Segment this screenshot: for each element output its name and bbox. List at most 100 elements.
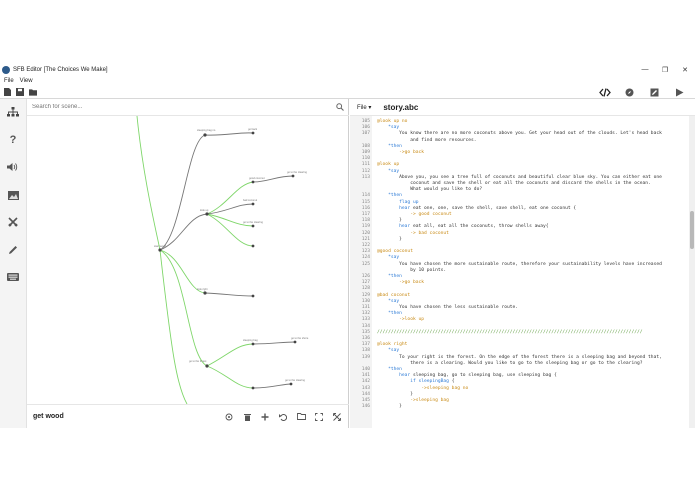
code-line[interactable]: 143 ->sleeping bag no: [350, 386, 469, 392]
code-line[interactable]: 116 hear eat one, one, save the shell, s…: [350, 206, 576, 212]
code-line[interactable]: coconut and save the shell or eat all th…: [350, 181, 651, 187]
svg-text:good coconut: good coconut: [249, 176, 265, 180]
graph-edge: [206, 213, 254, 227]
svg-text:start wood: start wood: [154, 244, 167, 248]
code-line[interactable]: 125 You have chosen the more sustainable…: [350, 262, 662, 268]
svg-text:go to the clearing: go to the clearing: [243, 220, 263, 224]
folder-icon[interactable]: [292, 411, 310, 423]
code-text: ->go back: [377, 150, 425, 155]
image-icon[interactable]: [6, 188, 20, 202]
close-button[interactable]: ✕: [675, 66, 695, 74]
code-text: *say: [377, 255, 400, 261]
scene-graph-canvas[interactable]: start wood sleeping bag no look up good …: [27, 115, 349, 405]
editor-file-menu[interactable]: File ▾: [357, 104, 371, 111]
search-icon[interactable]: [336, 103, 344, 111]
code-line[interactable]: 134: [350, 324, 370, 330]
save-icon[interactable]: [16, 88, 24, 96]
code-line[interactable]: 115 flag up: [350, 199, 419, 206]
code-line[interactable]: 120 -> bad coconut: [350, 231, 449, 237]
code-line[interactable]: 111 @look up: [350, 162, 399, 168]
graph-node[interactable]: [251, 294, 255, 298]
scene-tree-icon[interactable]: [6, 105, 20, 119]
code-line[interactable]: 112 *say: [350, 169, 399, 175]
code-editor-panel: File ▾ story.abc 105 @look up no 106 *say 1…: [350, 99, 695, 428]
graph-node[interactable]: [251, 244, 255, 248]
compass-icon[interactable]: [617, 85, 642, 99]
code-text: ->look up: [377, 317, 425, 323]
code-text: You have chosen the more sustainable rou…: [377, 261, 662, 267]
expand-icon[interactable]: [328, 411, 346, 423]
svg-text:sleeping bag: sleeping bag: [243, 338, 258, 342]
graph-node[interactable]: go to the forest: [189, 359, 209, 368]
scene-tools: [220, 411, 346, 423]
tools-icon[interactable]: [6, 215, 20, 229]
editor-scrollbar[interactable]: [689, 116, 695, 428]
code-text: ////////////////////////////////////////…: [377, 329, 643, 335]
open-folder-icon[interactable]: [29, 88, 37, 96]
line-number: 114: [361, 193, 370, 199]
menu-file[interactable]: File: [4, 78, 14, 84]
code-area[interactable]: 105 @look up no 106 *say 107 You know there…: [350, 116, 689, 428]
help-icon[interactable]: ?: [6, 133, 20, 147]
graph-node[interactable]: go to the clearing: [243, 220, 263, 228]
code-line[interactable]: 142 if sleepingBag {: [350, 379, 455, 385]
toolbar: [0, 86, 695, 98]
trash-icon[interactable]: [238, 411, 256, 423]
code-line[interactable]: 133 ->look up: [350, 317, 424, 323]
code-line[interactable]: 129 @bad coconut: [350, 293, 411, 299]
line-number: 128: [361, 286, 370, 292]
maximize-button[interactable]: ❐: [655, 66, 675, 74]
edit-icon[interactable]: [642, 85, 667, 99]
graph-node[interactable]: look right: [197, 287, 208, 295]
code-text: You know there are no more coconuts abov…: [377, 131, 662, 137]
side-rail: ?: [0, 99, 27, 428]
code-line[interactable]: by 10 points.: [350, 268, 446, 274]
menu-view[interactable]: View: [20, 78, 33, 84]
minimize-button[interactable]: —: [635, 66, 655, 74]
code-line[interactable]: 146 }: [350, 404, 402, 410]
code-text: *then: [377, 193, 402, 199]
graph-node[interactable]: start wood: [154, 244, 167, 252]
graph-node[interactable]: go to the shore: [291, 336, 309, 344]
code-icon[interactable]: [592, 85, 617, 99]
pen-icon[interactable]: [6, 243, 20, 257]
undo-icon[interactable]: [274, 411, 292, 423]
editor-scrollbar-thumb[interactable]: [690, 211, 694, 249]
graph-node[interactable]: [251, 386, 255, 390]
line-number: 146: [361, 404, 370, 410]
title-bar: SFB Editor [The Choices We Make] — ❐ ✕: [0, 64, 695, 76]
code-text: }: [377, 391, 413, 397]
code-line[interactable]: 124 *say: [350, 255, 399, 261]
scene-graph[interactable]: start wood sleeping bag no look up good …: [27, 115, 349, 405]
code-line[interactable]: 119 hear eat all, eat all the coconuts, …: [350, 224, 549, 230]
keyboard-icon[interactable]: [6, 270, 20, 284]
code-text: }: [377, 404, 402, 410]
code-line[interactable]: 107 You know there are no more coconuts …: [350, 131, 662, 137]
menu-bar: File View: [0, 76, 695, 86]
code-line[interactable]: 139 To your right is the forest. On the …: [350, 355, 662, 361]
code-line[interactable]: and find more resources.: [350, 138, 476, 144]
fit-icon[interactable]: [310, 411, 328, 423]
code-line[interactable]: 121 }: [350, 237, 402, 243]
code-line[interactable]: 144 }: [350, 392, 413, 398]
code-line[interactable]: 114 *then: [350, 193, 402, 199]
add-icon[interactable]: [256, 411, 274, 423]
code-text: if sleepingBag {: [377, 379, 455, 385]
code-line[interactable]: 138 *say: [350, 348, 399, 354]
new-file-icon[interactable]: [3, 88, 11, 96]
line-number: 115: [361, 199, 370, 205]
play-icon[interactable]: [667, 85, 692, 99]
scene-search-input[interactable]: [32, 104, 322, 110]
sound-icon[interactable]: [6, 160, 20, 174]
code-line[interactable]: 135 /////////////////////////////////////…: [350, 330, 643, 336]
line-number: 142: [361, 379, 370, 385]
code-line[interactable]: 113 Above you, you see a tree full of co…: [350, 175, 662, 181]
code-line[interactable]: 108 *then: [350, 144, 402, 150]
line-number: 130: [361, 298, 370, 304]
code-line[interactable]: there is a clearing. Would you like to g…: [350, 361, 642, 367]
code-line[interactable]: 128: [350, 286, 370, 292]
graph-edge: [159, 213, 208, 251]
code-line[interactable]: 130 *say: [350, 298, 399, 305]
target-icon[interactable]: [220, 411, 238, 423]
graph-edge: [252, 383, 292, 389]
